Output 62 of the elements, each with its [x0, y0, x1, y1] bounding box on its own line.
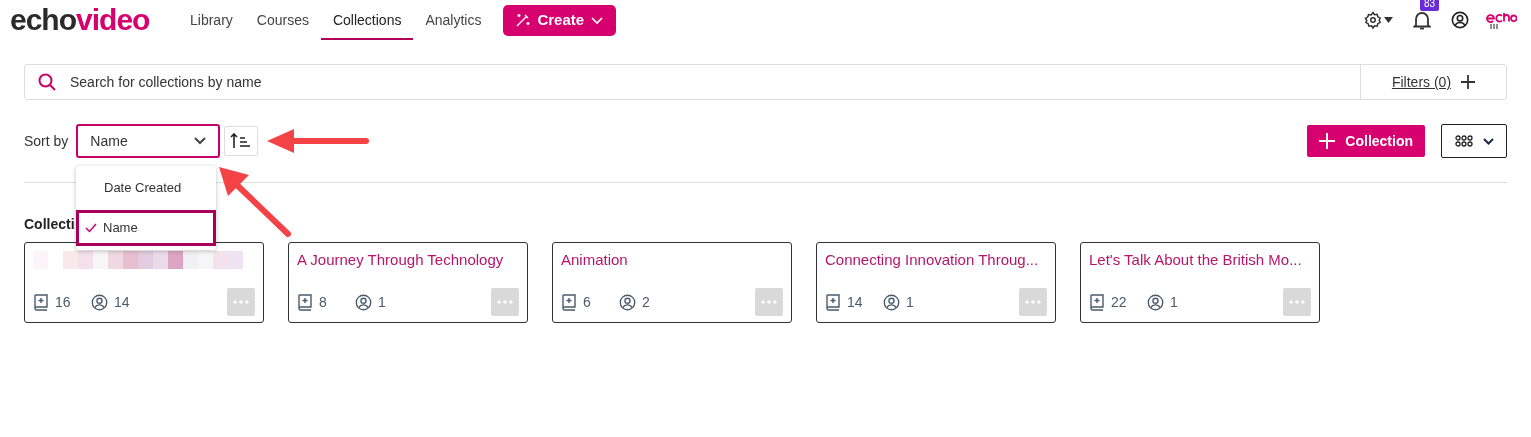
add-collection-button[interactable]: Collection — [1307, 125, 1425, 157]
collection-title[interactable]: Let's Talk About the British Mo... — [1089, 249, 1311, 271]
sort-label: Sort by — [24, 131, 69, 151]
user-icon — [619, 293, 636, 311]
view-toggle-button[interactable] — [1441, 124, 1507, 158]
book-icon — [297, 293, 313, 311]
member-count: 1 — [1170, 292, 1178, 312]
magic-wand-icon — [515, 12, 532, 28]
bell-icon — [1413, 10, 1431, 30]
collection-title[interactable]: Connecting Innovation Throug... — [825, 249, 1047, 271]
nav-tab[interactable]: Library — [178, 0, 245, 40]
plus-icon — [1319, 133, 1336, 149]
user-icon — [1451, 11, 1469, 29]
more-icon — [1289, 300, 1305, 304]
more-icon — [1025, 300, 1041, 304]
more-icon — [497, 300, 513, 304]
member-count: 1 — [378, 292, 386, 312]
settings-icon — [1364, 11, 1382, 29]
sort-ascending-icon — [230, 133, 253, 149]
more-icon — [233, 300, 249, 304]
nav-tab[interactable]: Courses — [244, 0, 321, 40]
media-count: 16 — [55, 292, 72, 312]
member-count: 14 — [114, 292, 130, 312]
book-icon — [825, 293, 841, 311]
menu-item[interactable]: Date Created — [76, 170, 216, 206]
notification-badge: 83 — [1420, 0, 1440, 11]
member-count: 1 — [906, 292, 914, 312]
search-icon — [38, 73, 56, 91]
user-icon — [883, 293, 900, 311]
menu-item[interactable]: Name — [76, 210, 216, 246]
user-icon — [91, 293, 108, 311]
media-count: 14 — [847, 292, 864, 312]
user-icon — [1147, 293, 1164, 311]
book-icon — [33, 293, 49, 311]
book-icon — [561, 293, 577, 311]
caret-icon — [1384, 17, 1393, 23]
user-icon — [355, 293, 372, 311]
grid-icon — [1454, 135, 1473, 147]
check-icon — [85, 223, 97, 233]
sort-dropdown[interactable]: Name — [76, 124, 221, 158]
section-heading: Collecti — [24, 216, 75, 232]
echovideo-logo: echovideo — [10, 5, 151, 35]
filters-link[interactable]: Filters (0) — [1391, 71, 1452, 93]
member-count: 2 — [642, 292, 650, 312]
collection-title[interactable]: A Journey Through Technology — [297, 249, 519, 271]
media-count: 6 — [583, 292, 592, 312]
profile-button[interactable] — [1451, 11, 1469, 29]
media-count: 22 — [1111, 292, 1128, 312]
notifications-button[interactable] — [1413, 10, 1431, 30]
nav-tab[interactable]: Analytics — [413, 0, 494, 40]
book-icon — [1089, 293, 1105, 311]
sort-order-button[interactable] — [224, 126, 259, 156]
collection-title[interactable]: Animation — [561, 249, 783, 271]
plus-icon — [1461, 75, 1476, 89]
more-icon — [761, 300, 777, 304]
create-button[interactable]: Create — [503, 4, 617, 36]
media-count: 8 — [319, 292, 328, 312]
nav-tab[interactable]: Collections — [320, 0, 414, 40]
search-field[interactable]: Search for collections by name Filters (0) — [24, 64, 1507, 100]
chevron-down-icon — [1482, 137, 1494, 145]
settings-button[interactable] — [1364, 11, 1393, 29]
chevron-down-icon — [194, 137, 207, 145]
